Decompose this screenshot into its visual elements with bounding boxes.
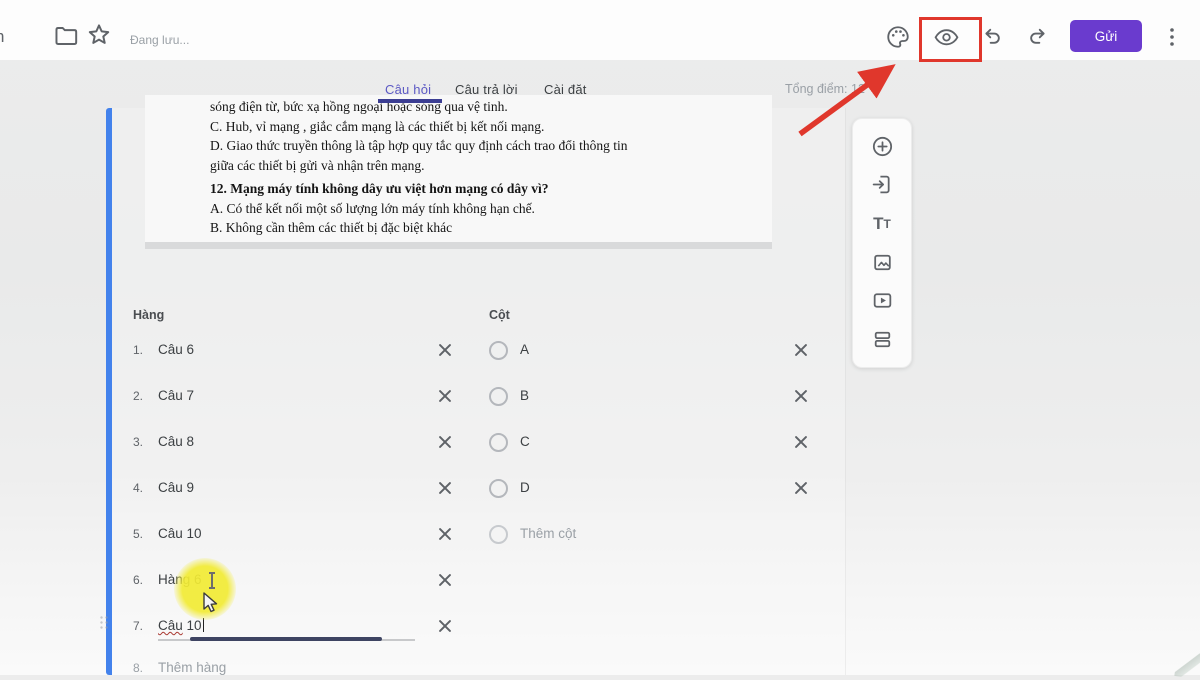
doc-line: sóng điện từ, bức xạ hồng ngoại hoặc són…: [210, 97, 762, 117]
doc-line: B. Không cần thêm các thiết bị đặc biệt …: [210, 218, 762, 238]
add-title-icon[interactable]: TT: [868, 210, 896, 238]
row-number: 8.: [133, 661, 143, 675]
active-tab-underline: [378, 99, 442, 103]
top-app-bar: n Đang lưu... Gửi: [0, 0, 1200, 60]
selected-question-indicator: [106, 108, 112, 675]
row-number: 1.: [133, 343, 143, 357]
cols-header: Cột: [489, 308, 510, 322]
remove-column-icon[interactable]: [793, 388, 809, 404]
row-number: 6.: [133, 573, 143, 587]
undo-icon[interactable]: [981, 26, 1002, 47]
doc-line: D. Giao thức truyền thông là tập hợp quy…: [210, 136, 762, 156]
add-image-icon[interactable]: [868, 248, 896, 276]
remove-row-icon[interactable]: [437, 480, 453, 496]
text-cursor-ibeam: [209, 571, 215, 590]
remove-row-icon[interactable]: [437, 342, 453, 358]
row-label-rest: 10: [187, 618, 202, 633]
more-options-icon[interactable]: [1164, 26, 1180, 48]
import-questions-icon[interactable]: [868, 171, 896, 199]
column-radio[interactable]: [489, 479, 508, 498]
doc-line: giữa các thiết bị gửi và nhận trên mạng.: [210, 156, 762, 176]
quiz-document-image: sóng điện từ, bức xạ hồng ngoại hoặc són…: [145, 95, 772, 244]
row-label-input[interactable]: Câu 7: [158, 388, 194, 403]
drag-handle-icon[interactable]: [99, 615, 108, 630]
column-label-input[interactable]: A: [520, 342, 529, 357]
row-label-input-editing[interactable]: Câu 10: [158, 618, 204, 633]
doc-line: A. Có thể kết nối một số lượng lớn máy t…: [210, 199, 762, 219]
remove-row-icon[interactable]: [437, 526, 453, 542]
column-label-input[interactable]: C: [520, 434, 530, 449]
remove-row-icon[interactable]: [437, 388, 453, 404]
document-cut-edge: [145, 242, 772, 249]
row-number: 7.: [133, 619, 143, 633]
column-label-input[interactable]: B: [520, 388, 529, 403]
add-video-icon[interactable]: [868, 287, 896, 315]
row-number: 4.: [133, 481, 143, 495]
remove-row-icon[interactable]: [437, 572, 453, 588]
field-underline-focus: [190, 637, 382, 641]
doc-question-line: 12. Mạng máy tính không dây ưu việt hơn …: [210, 179, 762, 199]
folder-icon[interactable]: [53, 23, 79, 49]
add-column-button[interactable]: Thêm cột: [520, 526, 576, 541]
saving-status: Đang lưu...: [130, 33, 189, 47]
star-icon[interactable]: [85, 21, 113, 49]
column-label-input[interactable]: D: [520, 480, 530, 495]
palette-icon[interactable]: [885, 24, 911, 50]
row-label-input[interactable]: Câu 9: [158, 480, 194, 495]
row-number: 5.: [133, 527, 143, 541]
highlight-spot: [174, 558, 236, 620]
send-button[interactable]: Gửi: [1070, 20, 1142, 52]
column-radio[interactable]: [489, 433, 508, 452]
remove-row-icon[interactable]: [437, 618, 453, 634]
misspelled-word: Câu: [158, 618, 183, 633]
text-caret: [203, 618, 205, 632]
column-radio: [489, 525, 508, 544]
total-points: Tổng điểm: 12: [785, 82, 865, 96]
question-toolbar: TT: [852, 118, 912, 368]
add-section-icon[interactable]: [868, 326, 896, 354]
remove-column-icon[interactable]: [793, 342, 809, 358]
remove-column-icon[interactable]: [793, 480, 809, 496]
doc-line: C. Hub, vỉ mạng , giắc cắm mạng là các t…: [210, 117, 762, 137]
column-radio[interactable]: [489, 387, 508, 406]
row-number: 3.: [133, 435, 143, 449]
preview-eye-icon[interactable]: [933, 28, 960, 47]
rows-header: Hàng: [133, 308, 164, 322]
column-radio[interactable]: [489, 341, 508, 360]
add-question-icon[interactable]: [868, 132, 896, 160]
redo-icon[interactable]: [1028, 26, 1049, 47]
row-label-input[interactable]: Câu 6: [158, 342, 194, 357]
row-label-input[interactable]: Câu 8: [158, 434, 194, 449]
row-number: 2.: [133, 389, 143, 403]
remove-row-icon[interactable]: [437, 434, 453, 450]
form-title-fragment: n: [0, 27, 4, 47]
add-row-button[interactable]: Thêm hàng: [158, 660, 226, 675]
row-label-input[interactable]: Câu 10: [158, 526, 202, 541]
video-watermark: [1174, 650, 1200, 680]
remove-column-icon[interactable]: [793, 434, 809, 450]
